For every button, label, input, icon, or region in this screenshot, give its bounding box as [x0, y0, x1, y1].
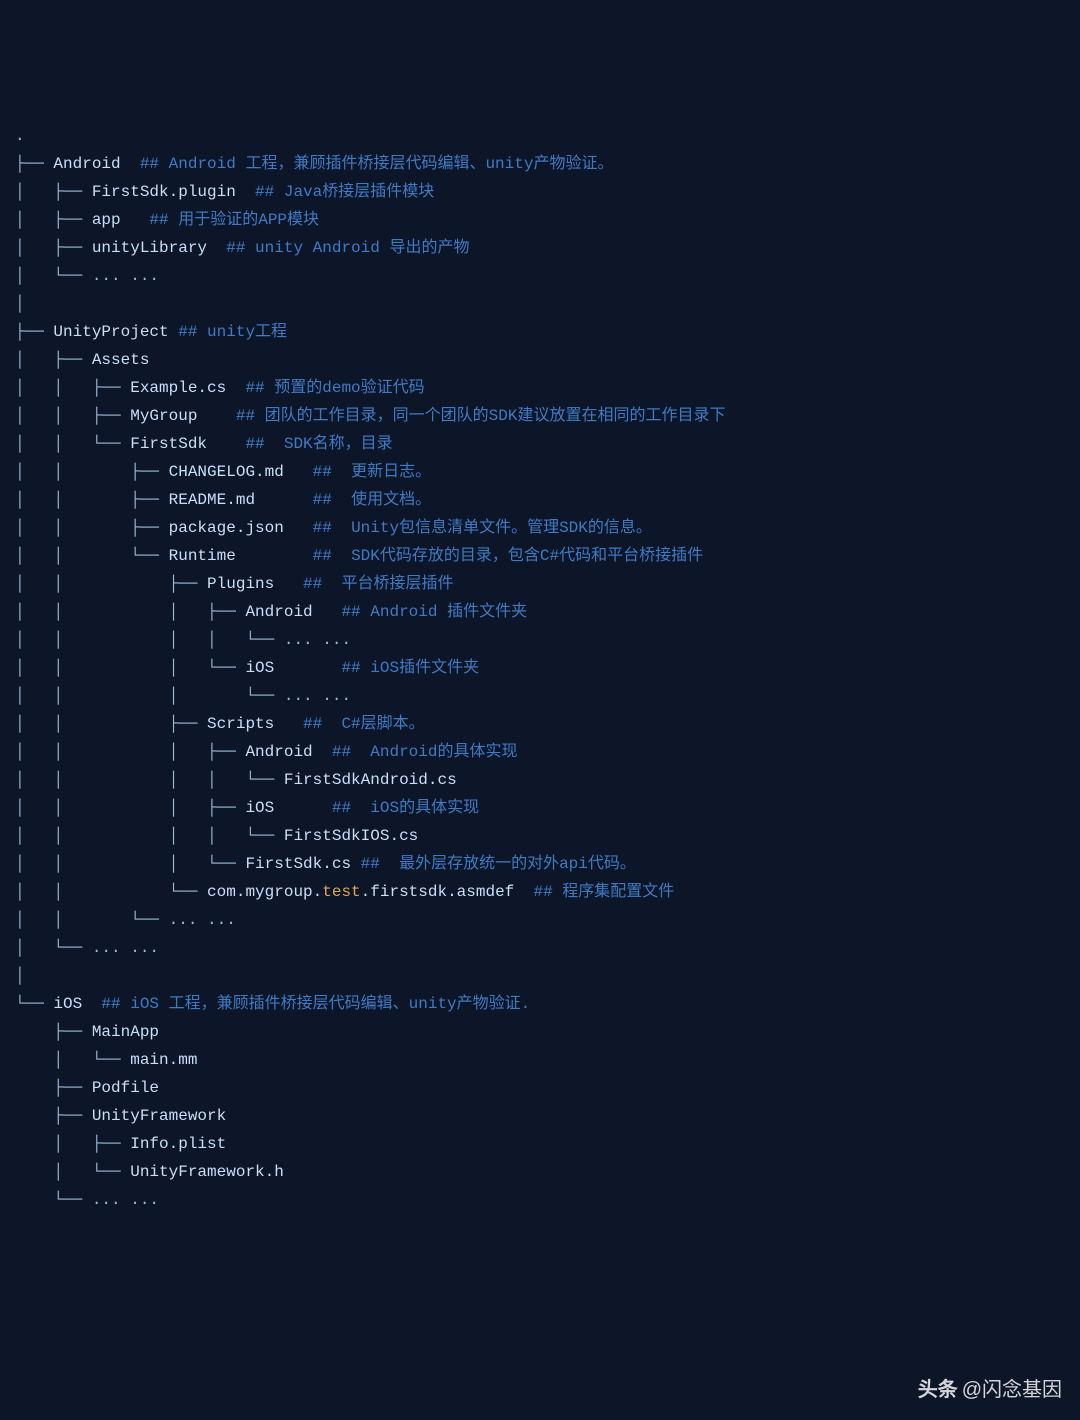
tree-line: │ [15, 962, 1065, 990]
tree-line: │ └── main.mm [15, 1046, 1065, 1074]
tree-line: │ │ └── ... ... [15, 906, 1065, 934]
tree-line: │ │ ├── MyGroup ## 团队的工作目录，同一个团队的SDK建议放置… [15, 402, 1065, 430]
tree-line: │ ├── Info.plist [15, 1130, 1065, 1158]
tree-line: │ └── ... ... [15, 262, 1065, 290]
tree-line: ├── UnityFramework [15, 1102, 1065, 1130]
tree-line: │ └── ... ... [15, 934, 1065, 962]
tree-line: │ ├── Assets [15, 346, 1065, 374]
tree-line: │ │ │ ├── iOS ## iOS的具体实现 [15, 794, 1065, 822]
tree-line: . [15, 122, 1065, 150]
tree-line: │ │ └── Runtime ## SDK代码存放的目录，包含C#代码和平台桥… [15, 542, 1065, 570]
tree-line: │ │ │ ├── Android ## Android的具体实现 [15, 738, 1065, 766]
tree-line: │ │ │ └── ... ... [15, 682, 1065, 710]
tree-line: │ ├── unityLibrary ## unity Android 导出的产… [15, 234, 1065, 262]
tree-line: │ │ ├── Example.cs ## 预置的demo验证代码 [15, 374, 1065, 402]
tree-line: │ │ ├── Plugins ## 平台桥接层插件 [15, 570, 1065, 598]
tree-line: │ └── UnityFramework.h [15, 1158, 1065, 1186]
tree-line: └── iOS ## iOS 工程，兼顾插件桥接层代码编辑、unity产物验证. [15, 990, 1065, 1018]
watermark: 头条 @闪念基因 [918, 1373, 1062, 1408]
tree-line: │ │ └── FirstSdk ## SDK名称，目录 [15, 430, 1065, 458]
tree-line: ├── UnityProject ## unity工程 [15, 318, 1065, 346]
directory-tree: .├── Android ## Android 工程，兼顾插件桥接层代码编辑、u… [15, 122, 1065, 1214]
tree-line: │ │ │ └── FirstSdk.cs ## 最外层存放统一的对外api代码… [15, 850, 1065, 878]
tree-line: │ │ ├── package.json ## Unity包信息清单文件。管理S… [15, 514, 1065, 542]
watermark-author: @闪念基因 [962, 1373, 1062, 1408]
tree-line: │ │ │ │ └── FirstSdkIOS.cs [15, 822, 1065, 850]
watermark-logo: 头条 [918, 1373, 958, 1408]
tree-line: │ │ │ │ └── FirstSdkAndroid.cs [15, 766, 1065, 794]
tree-line: │ │ │ └── iOS ## iOS插件文件夹 [15, 654, 1065, 682]
tree-line: ├── Podfile [15, 1074, 1065, 1102]
tree-line: │ │ │ ├── Android ## Android 插件文件夹 [15, 598, 1065, 626]
tree-line: └── ... ... [15, 1186, 1065, 1214]
tree-line: │ ├── FirstSdk.plugin ## Java桥接层插件模块 [15, 178, 1065, 206]
tree-line: │ [15, 290, 1065, 318]
tree-line: │ ├── app ## 用于验证的APP模块 [15, 206, 1065, 234]
tree-line: │ │ ├── CHANGELOG.md ## 更新日志。 [15, 458, 1065, 486]
tree-line: │ │ ├── README.md ## 使用文档。 [15, 486, 1065, 514]
tree-line: │ │ ├── Scripts ## C#层脚本。 [15, 710, 1065, 738]
tree-line: │ │ │ │ └── ... ... [15, 626, 1065, 654]
tree-line: ├── MainApp [15, 1018, 1065, 1046]
tree-line: ├── Android ## Android 工程，兼顾插件桥接层代码编辑、un… [15, 150, 1065, 178]
tree-line: │ │ └── com.mygroup.test.firstsdk.asmdef… [15, 878, 1065, 906]
